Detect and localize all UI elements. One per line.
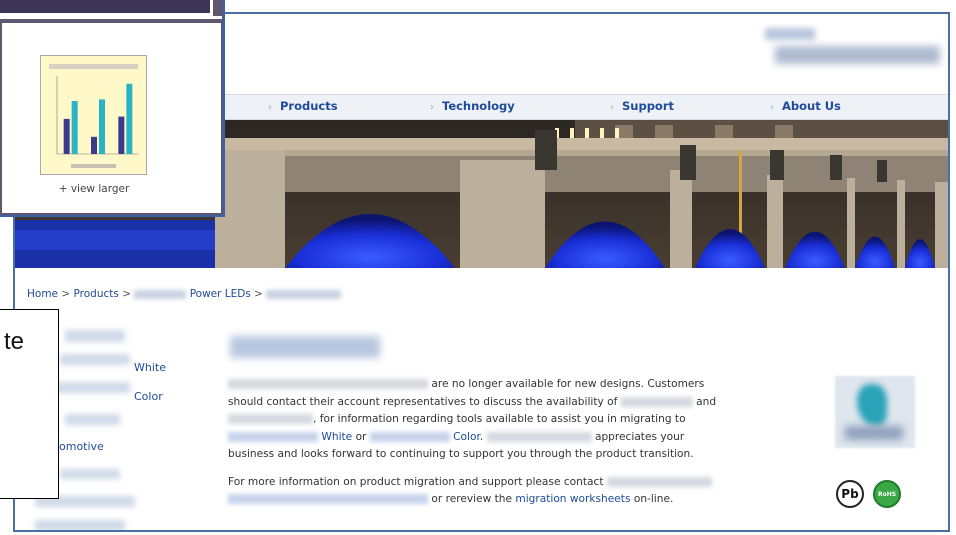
nav-support[interactable]: › Support [610,99,674,113]
white-link[interactable]: White [321,431,352,443]
popup-header [0,0,213,16]
breadcrumb-power-leds[interactable]: Power LEDs [190,288,251,300]
breadcrumb-home[interactable]: Home [27,288,58,300]
nav-technology[interactable]: › Technology [430,99,515,113]
nav-about-us[interactable]: › About Us [770,99,841,113]
sidebar-item-redacted[interactable] [55,382,130,393]
redacted-text [228,414,313,424]
chevron-right-icon: › [268,102,272,113]
view-larger-link[interactable]: + view larger [2,183,186,195]
legend-placeholder [71,164,116,168]
bar-A-series-1 [63,118,70,154]
bar-chart [49,64,139,168]
bar-A-series-2 [71,100,78,154]
sidebar-item-automotive[interactable]: omotive [59,440,104,453]
redacted-company-name [486,431,592,442]
sidebar-item-redacted[interactable] [35,520,125,530]
chart-title-placeholder [49,64,138,69]
breadcrumb-separator: > [61,288,71,300]
redacted-contact [606,476,712,487]
page-title [230,336,380,358]
breadcrumb-separator: > [254,288,263,300]
redacted-link[interactable] [228,431,318,442]
sidebar-item-redacted[interactable] [60,469,120,479]
chevron-right-icon: › [610,102,614,113]
popup-window: + view larger [0,0,225,217]
main-content: are no longer available for new designs.… [228,376,840,519]
redacted-text [620,396,693,407]
migration-info: For more information on product migratio… [228,474,840,509]
redacted-contact-link[interactable] [228,494,428,504]
sidebar-item-white[interactable]: White [134,361,166,374]
sidebar-item-color[interactable]: Color [134,390,163,403]
breadcrumb-redacted-current [266,289,342,299]
sidebar-item-redacted[interactable] [60,354,130,365]
breadcrumb-products[interactable]: Products [74,288,119,300]
breadcrumb: Home > Products > Power LEDs > [27,288,342,300]
bar-B-series-2 [99,99,105,154]
discontinued-notice: are no longer available for new designs.… [228,378,717,460]
chart-thumbnail[interactable] [40,55,147,175]
breadcrumb-redacted[interactable] [134,289,187,299]
redacted-product-name [228,379,428,389]
bar-C-series-2 [126,83,133,154]
sidebar-item-redacted[interactable] [65,330,125,342]
chart-thumbnail-card: + view larger [2,23,221,213]
bar-C-series-1 [118,116,125,154]
chevron-right-icon: › [430,102,434,113]
sidebar-item-redacted[interactable] [65,414,120,425]
rohs-badge-icon: RoHS [873,480,901,508]
redacted-link[interactable] [369,431,450,442]
product-image[interactable] [835,376,915,448]
color-link[interactable]: Color [453,431,480,443]
migration-worksheets-link[interactable]: migration worksheets [515,493,630,505]
company-logo[interactable] [755,22,945,74]
callout-text: te [4,328,25,355]
nav-products[interactable]: › Products [268,99,338,113]
breadcrumb-separator: > [122,288,132,300]
callout-box: te [0,309,59,499]
chevron-right-icon: › [770,102,774,113]
bar-B-series-1 [91,136,97,154]
pb-free-badge-icon: Pb [836,480,864,508]
